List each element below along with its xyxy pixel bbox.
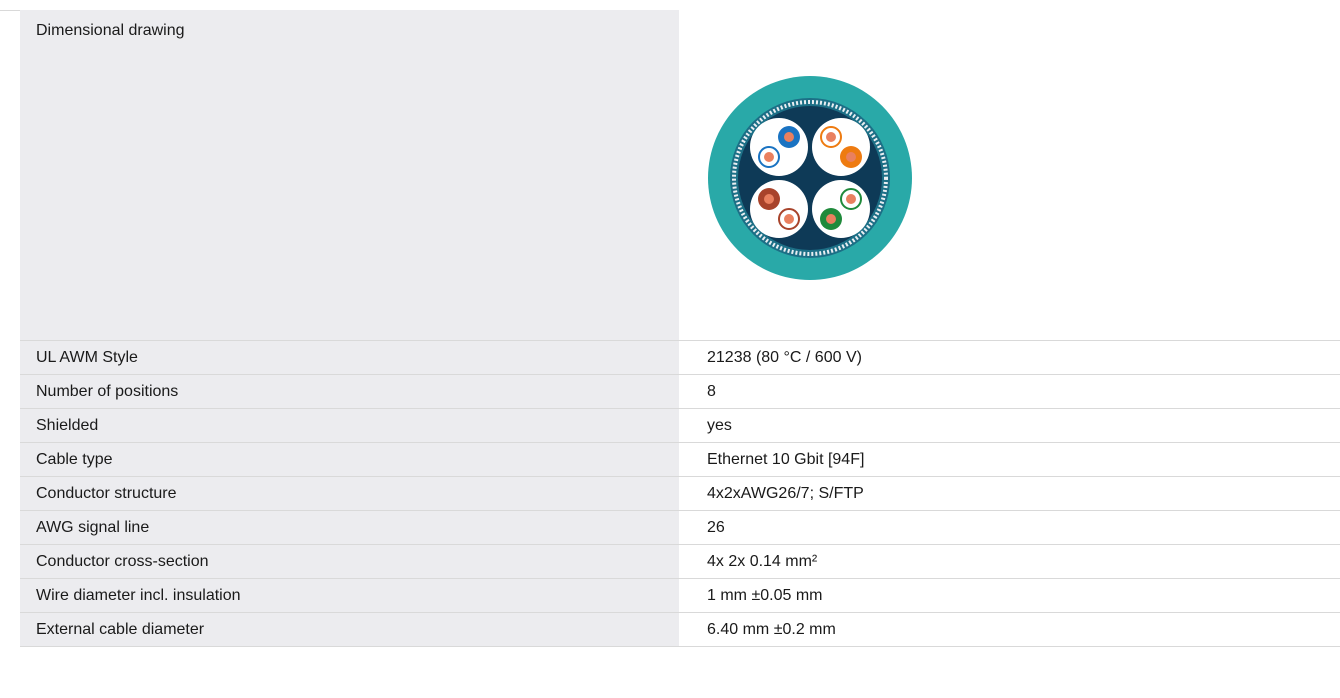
spec-label: External cable diameter [20,613,679,646]
spec-value: 26 [679,511,1340,544]
spec-row-number-of-positions: Number of positions 8 [20,375,1340,409]
spec-label: Shielded [20,409,679,442]
spec-value: 21238 (80 °C / 600 V) [679,341,1340,374]
spec-value: Ethernet 10 Gbit [94F] [679,443,1340,476]
spec-row-dimensional-drawing: Dimensional drawing [20,10,1340,341]
spec-value: yes [679,409,1340,442]
spec-row-cable-type: Cable type Ethernet 10 Gbit [94F] [20,443,1340,477]
spec-value: 8 [679,375,1340,408]
spec-row-external-cable-diameter: External cable diameter 6.40 mm ±0.2 mm [20,613,1340,647]
spec-row-ul-awm-style: UL AWM Style 21238 (80 °C / 600 V) [20,341,1340,375]
spec-label: Conductor structure [20,477,679,510]
spec-label: Dimensional drawing [20,10,679,340]
spec-value: 1 mm ±0.05 mm [679,579,1340,612]
spec-label: Wire diameter incl. insulation [20,579,679,612]
spec-row-conductor-structure: Conductor structure 4x2xAWG26/7; S/FTP [20,477,1340,511]
spec-row-wire-diameter: Wire diameter incl. insulation 1 mm ±0.0… [20,579,1340,613]
spec-row-conductor-cross-section: Conductor cross-section 4x 2x 0.14 mm² [20,545,1340,579]
spec-value [679,10,1340,340]
spec-value: 6.40 mm ±0.2 mm [679,613,1340,646]
spec-label: Conductor cross-section [20,545,679,578]
spec-label: UL AWM Style [20,341,679,374]
spec-row-shielded: Shielded yes [20,409,1340,443]
specs-table: Dimensional drawing UL AWM Style 21238 (… [20,10,1340,647]
spec-label: AWG signal line [20,511,679,544]
spec-label: Number of positions [20,375,679,408]
spec-label: Cable type [20,443,679,476]
spec-row-awg-signal-line: AWG signal line 26 [20,511,1340,545]
cable-cross-section-image [708,76,912,280]
spec-value: 4x 2x 0.14 mm² [679,545,1340,578]
spec-value: 4x2xAWG26/7; S/FTP [679,477,1340,510]
